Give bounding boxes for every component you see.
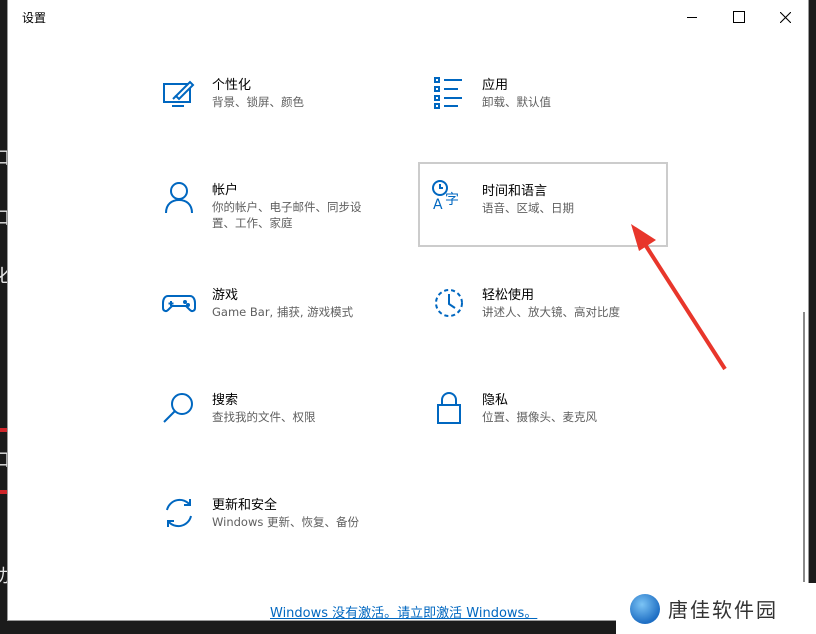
tile-name: 隐私: [482, 393, 509, 408]
scrollbar[interactable]: [803, 312, 805, 582]
tile-description: 语音、区域、日期: [482, 201, 574, 215]
tile-description: 查找我的文件、权限: [212, 410, 316, 424]
tile-description: 讲述人、放大镜、高对比度: [482, 305, 620, 319]
tile-description: 你的帐户、电子邮件、同步设置、工作、家庭: [212, 200, 362, 230]
tile-name: 帐户: [212, 183, 239, 198]
tile-apps[interactable]: 应用 卸载、默认值: [430, 72, 678, 154]
tile-description: 背景、锁屏、颜色: [212, 95, 304, 109]
tile-personalization[interactable]: 个性化 背景、锁屏、颜色: [160, 72, 408, 154]
tile-time-language[interactable]: A 字 时间和语言 语音、区域、日期: [418, 162, 668, 247]
tile-name: 个性化: [212, 78, 252, 93]
title-bar[interactable]: 设置: [8, 0, 808, 34]
minimize-button[interactable]: [669, 0, 715, 34]
close-icon: [779, 11, 791, 23]
tile-description: Windows 更新、恢复、备份: [212, 515, 359, 529]
svg-text:字: 字: [445, 192, 459, 208]
tile-description: 卸载、默认值: [482, 95, 551, 109]
tile-name: 更新和安全: [212, 498, 278, 513]
watermark-logo-icon: [630, 593, 660, 624]
settings-window: 设置 个性化 背景、锁屏、颜色 应用 卸载、默认值 帐户 你的帐户、电子邮件、同…: [8, 0, 808, 621]
svg-text:A: A: [433, 197, 443, 212]
watermark: 唐佳软件园: [616, 583, 816, 634]
close-button[interactable]: [762, 0, 808, 34]
tile-privacy[interactable]: 隐私 位置、摄像头、麦克风: [430, 387, 678, 469]
minimize-icon: [687, 16, 697, 18]
tile-name: 游戏: [212, 288, 239, 303]
watermark-text: 唐佳软件园: [668, 598, 778, 622]
activation-link[interactable]: Windows 没有激活。请立即激活 Windows。: [270, 602, 537, 621]
privacy-lock-icon: [432, 391, 466, 425]
tile-gaming[interactable]: 游戏 Game Bar, 捕获, 游戏模式: [160, 282, 408, 364]
apps-icon: [432, 76, 466, 110]
tile-description: Game Bar, 捕获, 游戏模式: [212, 305, 354, 319]
window-title: 设置: [22, 11, 47, 25]
tile-accounts[interactable]: 帐户 你的帐户、电子邮件、同步设置、工作、家庭: [160, 177, 408, 259]
maximize-icon: [733, 11, 745, 23]
tile-name: 轻松使用: [482, 288, 535, 303]
update-security-icon: [162, 496, 196, 530]
ease-of-access-icon: [432, 286, 466, 320]
tile-name: 搜索: [212, 393, 239, 408]
tile-search[interactable]: 搜索 查找我的文件、权限: [160, 387, 408, 469]
accounts-icon: [162, 181, 196, 215]
time-language-icon: A 字: [430, 178, 464, 213]
tile-ease-of-access[interactable]: 轻松使用 讲述人、放大镜、高对比度: [430, 282, 678, 364]
tile-update-security[interactable]: 更新和安全 Windows 更新、恢复、备份: [160, 492, 408, 574]
gaming-icon: [162, 286, 196, 320]
personalization-icon: [162, 76, 196, 110]
search-icon: [162, 391, 196, 425]
tile-name: 时间和语言: [482, 184, 548, 199]
tile-description: 位置、摄像头、麦克风: [482, 410, 597, 424]
tile-name: 应用: [482, 78, 509, 93]
maximize-button[interactable]: [716, 0, 762, 34]
